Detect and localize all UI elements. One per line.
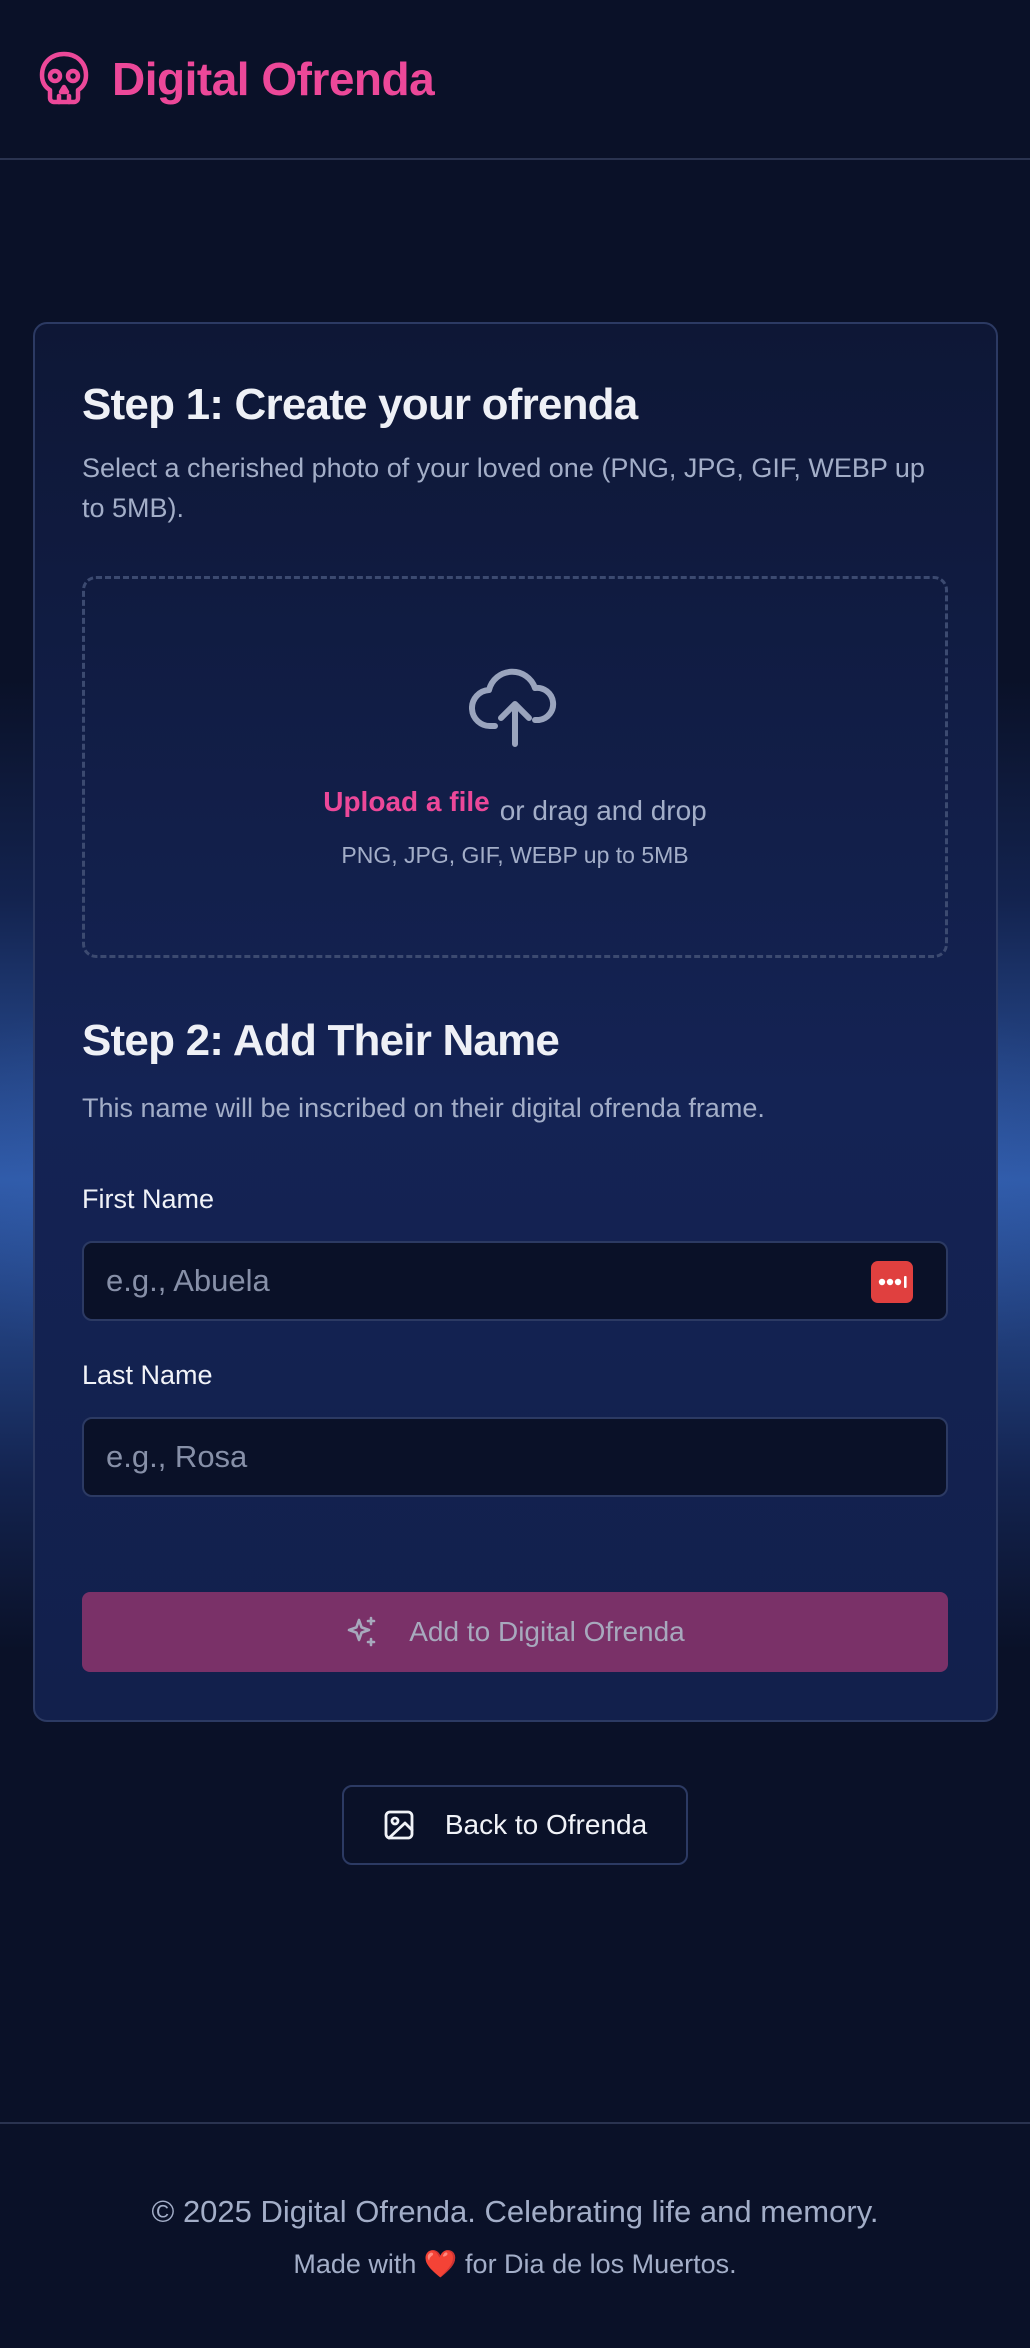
made-with-prefix: Made with	[293, 2249, 417, 2279]
cloud-upload-icon	[468, 660, 561, 752]
upload-prompt: Upload a file or drag and drop	[0, 786, 1030, 826]
skull-icon	[36, 51, 92, 107]
back-to-ofrenda-button[interactable]: Back to Ofrenda	[342, 1785, 688, 1865]
add-to-ofrenda-label: Add to Digital Ofrenda	[409, 1616, 685, 1647]
brand-title[interactable]: Digital Ofrenda	[112, 52, 435, 106]
footer-made-with: Made with ❤️ for Dia de los Muertos.	[0, 2248, 1030, 2280]
back-to-ofrenda-label: Back to Ofrenda	[444, 1809, 648, 1840]
app-header: Digital Ofrenda	[0, 0, 1030, 160]
footer-copyright: © 2025 Digital Ofrenda. Celebrating life…	[151, 2194, 879, 2229]
heart-icon: ❤️	[423, 2249, 458, 2279]
step2-title: Step 2: Add Their Name	[82, 1016, 560, 1065]
step2-description: This name will be inscribed on their dig…	[82, 1093, 765, 1123]
step1-description: Select a cherished photo of your loved o…	[82, 453, 925, 523]
sparkles-icon	[345, 1615, 379, 1649]
made-with-suffix: for Dia de los Muertos.	[465, 2249, 737, 2279]
add-to-ofrenda-button[interactable]: Add to Digital Ofrenda	[82, 1592, 948, 1672]
last-name-input[interactable]	[82, 1417, 948, 1497]
first-name-label: First Name	[82, 1184, 215, 1214]
first-name-input[interactable]	[82, 1241, 948, 1321]
image-icon	[383, 1809, 415, 1841]
upload-hint: PNG, JPG, GIF, WEBP up to 5MB	[341, 842, 689, 868]
last-name-label: Last Name	[82, 1360, 213, 1390]
upload-file-link[interactable]: Upload a file	[323, 786, 489, 818]
drag-drop-text: or drag and drop	[499, 795, 707, 826]
step1-title: Step 1: Create your ofrenda	[82, 380, 638, 429]
password-manager-icon[interactable]	[871, 1261, 913, 1303]
photo-dropzone[interactable]	[82, 576, 948, 958]
page-footer: © 2025 Digital Ofrenda. Celebrating life…	[0, 2122, 1030, 2348]
